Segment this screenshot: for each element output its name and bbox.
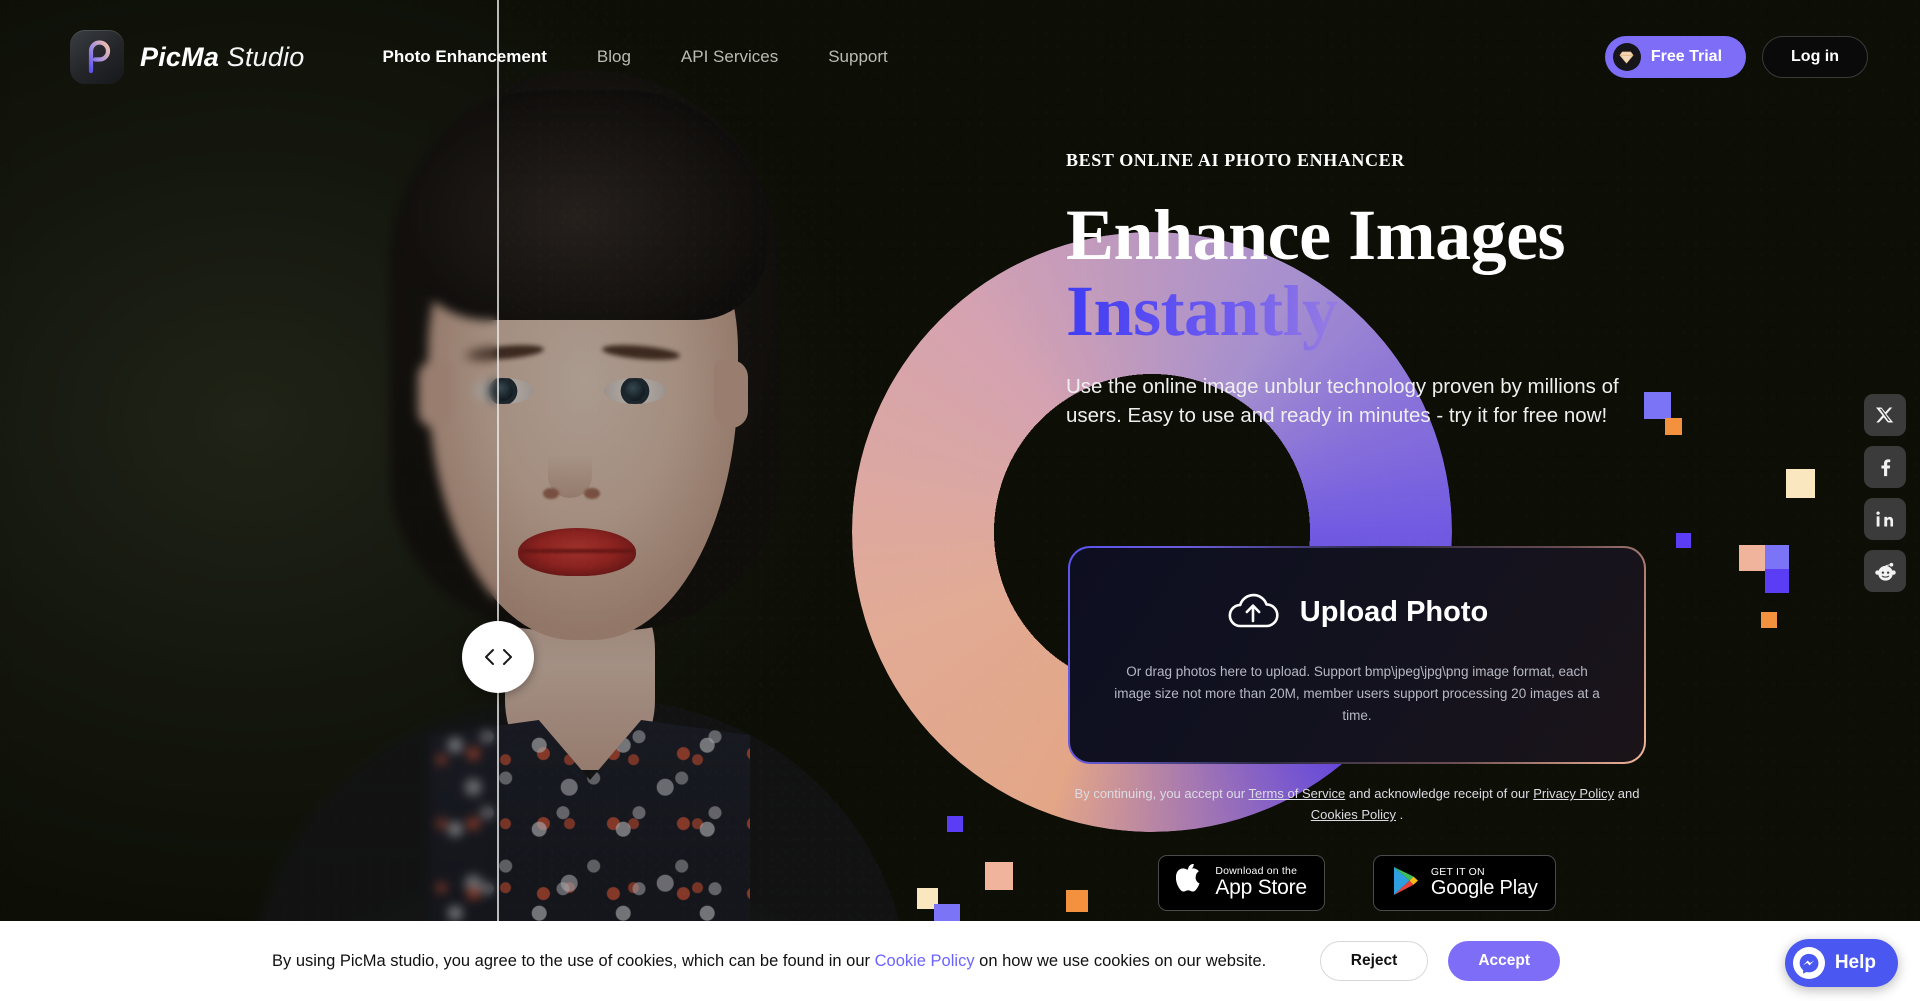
decor-square-9 — [985, 862, 1013, 890]
upload-photo-dropzone[interactable]: Upload Photo Or drag photos here to uplo… — [1068, 546, 1646, 764]
comparison-slider-handle[interactable] — [462, 621, 534, 693]
brand-name-light: Studio — [226, 41, 305, 72]
hero-eyebrow: BEST ONLINE AI PHOTO ENHANCER — [1066, 150, 1405, 170]
nav-item-blog[interactable]: Blog — [597, 47, 631, 67]
cookies-policy-link[interactable]: Cookies Policy — [1311, 807, 1396, 822]
nav-item-support[interactable]: Support — [828, 47, 888, 67]
page-root: PicMa Studio Photo Enhancement Blog API Se… — [0, 0, 1920, 1001]
cookie-suffix: on how we use cookies on our website. — [974, 951, 1267, 970]
terms-mid1: and acknowledge receipt of our — [1345, 786, 1534, 801]
main-navigation: Photo Enhancement Blog API Services Support — [383, 47, 888, 67]
hero-section: BEST ONLINE AI PHOTO ENHANCER Enhance Im… — [1066, 150, 1666, 430]
facebook-icon[interactable] — [1864, 446, 1906, 488]
app-store-badge[interactable]: Download on the App Store — [1158, 855, 1325, 911]
free-trial-button[interactable]: Free Trial — [1604, 36, 1747, 78]
login-button[interactable]: Log in — [1762, 36, 1868, 78]
messenger-icon — [1792, 947, 1825, 979]
accept-cookies-button[interactable]: Accept — [1448, 941, 1560, 981]
decor-square-8 — [947, 816, 963, 832]
reject-cookies-button[interactable]: Reject — [1319, 941, 1429, 981]
decor-square-7 — [1761, 612, 1777, 628]
cookie-policy-link[interactable]: Cookie Policy — [875, 952, 975, 970]
terms-suffix: . — [1396, 807, 1404, 823]
upload-hint: Or drag photos here to upload. Support b… — [1114, 664, 1600, 723]
free-trial-label: Free Trial — [1650, 48, 1723, 65]
help-chat-button[interactable]: Help — [1784, 939, 1898, 987]
social-share-rail — [1864, 394, 1906, 592]
hero-description: Use the online image unblur technology p… — [1066, 374, 1619, 427]
hero-title-line2: Instantly — [1066, 271, 1666, 352]
decor-square-6 — [1765, 569, 1789, 593]
cookie-banner-text: By using PicMa studio, you agree to the … — [272, 952, 1266, 971]
brand-logo[interactable]: PicMa Studio — [70, 30, 305, 84]
chevron-right-icon — [502, 649, 512, 665]
google-play-big-label: Google Play — [1430, 877, 1538, 899]
reddit-icon[interactable] — [1864, 550, 1906, 592]
nav-item-api-services[interactable]: API Services — [681, 47, 778, 67]
nav-item-photo-enhancement[interactable]: Photo Enhancement — [383, 47, 547, 67]
cookie-consent-banner: By using PicMa studio, you agree to the … — [0, 921, 1920, 1001]
decor-square-3 — [1676, 533, 1691, 548]
cookie-banner-actions: Reject Accept — [1319, 941, 1560, 981]
cloud-upload-icon — [1226, 588, 1280, 637]
privacy-policy-link[interactable]: Privacy Policy — [1533, 786, 1614, 801]
cookie-prefix: By using PicMa studio, you agree to the … — [272, 951, 875, 970]
terms-prefix: By continuing, you accept our — [1074, 786, 1249, 801]
decor-square-2 — [1786, 469, 1815, 498]
apple-icon — [1176, 863, 1204, 902]
picma-p-logo-icon — [70, 30, 124, 84]
chevron-left-icon — [484, 649, 494, 665]
decor-square-4 — [1739, 545, 1765, 571]
terms-mid2: and — [1614, 786, 1640, 801]
decor-square-1 — [1665, 418, 1682, 435]
site-header: PicMa Studio Photo Enhancement Blog API Se… — [0, 0, 1920, 114]
upload-title: Upload Photo — [1299, 596, 1489, 628]
comparison-divider-line — [497, 0, 499, 1001]
brand-name: PicMa Studio — [140, 42, 305, 73]
terms-of-service-link[interactable]: Terms of Service — [1248, 786, 1345, 801]
linkedin-icon[interactable] — [1864, 498, 1906, 540]
app-store-big-label: App Store — [1215, 876, 1307, 900]
gem-icon — [1612, 43, 1641, 71]
brand-name-bold: PicMa — [140, 41, 220, 72]
app-store-badges: Download on the App Store GET IT ON Goog… — [1068, 855, 1646, 911]
terms-notice: By continuing, you accept our Terms of S… — [1068, 783, 1646, 825]
decor-square-5 — [1765, 545, 1789, 569]
google-play-badge[interactable]: GET IT ON Google Play — [1372, 855, 1556, 911]
header-actions: Free Trial Log in — [1604, 36, 1868, 78]
x-twitter-icon[interactable] — [1864, 394, 1906, 436]
hero-title-line1: Enhance Images — [1066, 195, 1566, 275]
google-play-icon — [1391, 865, 1420, 902]
help-label: Help — [1834, 952, 1876, 973]
